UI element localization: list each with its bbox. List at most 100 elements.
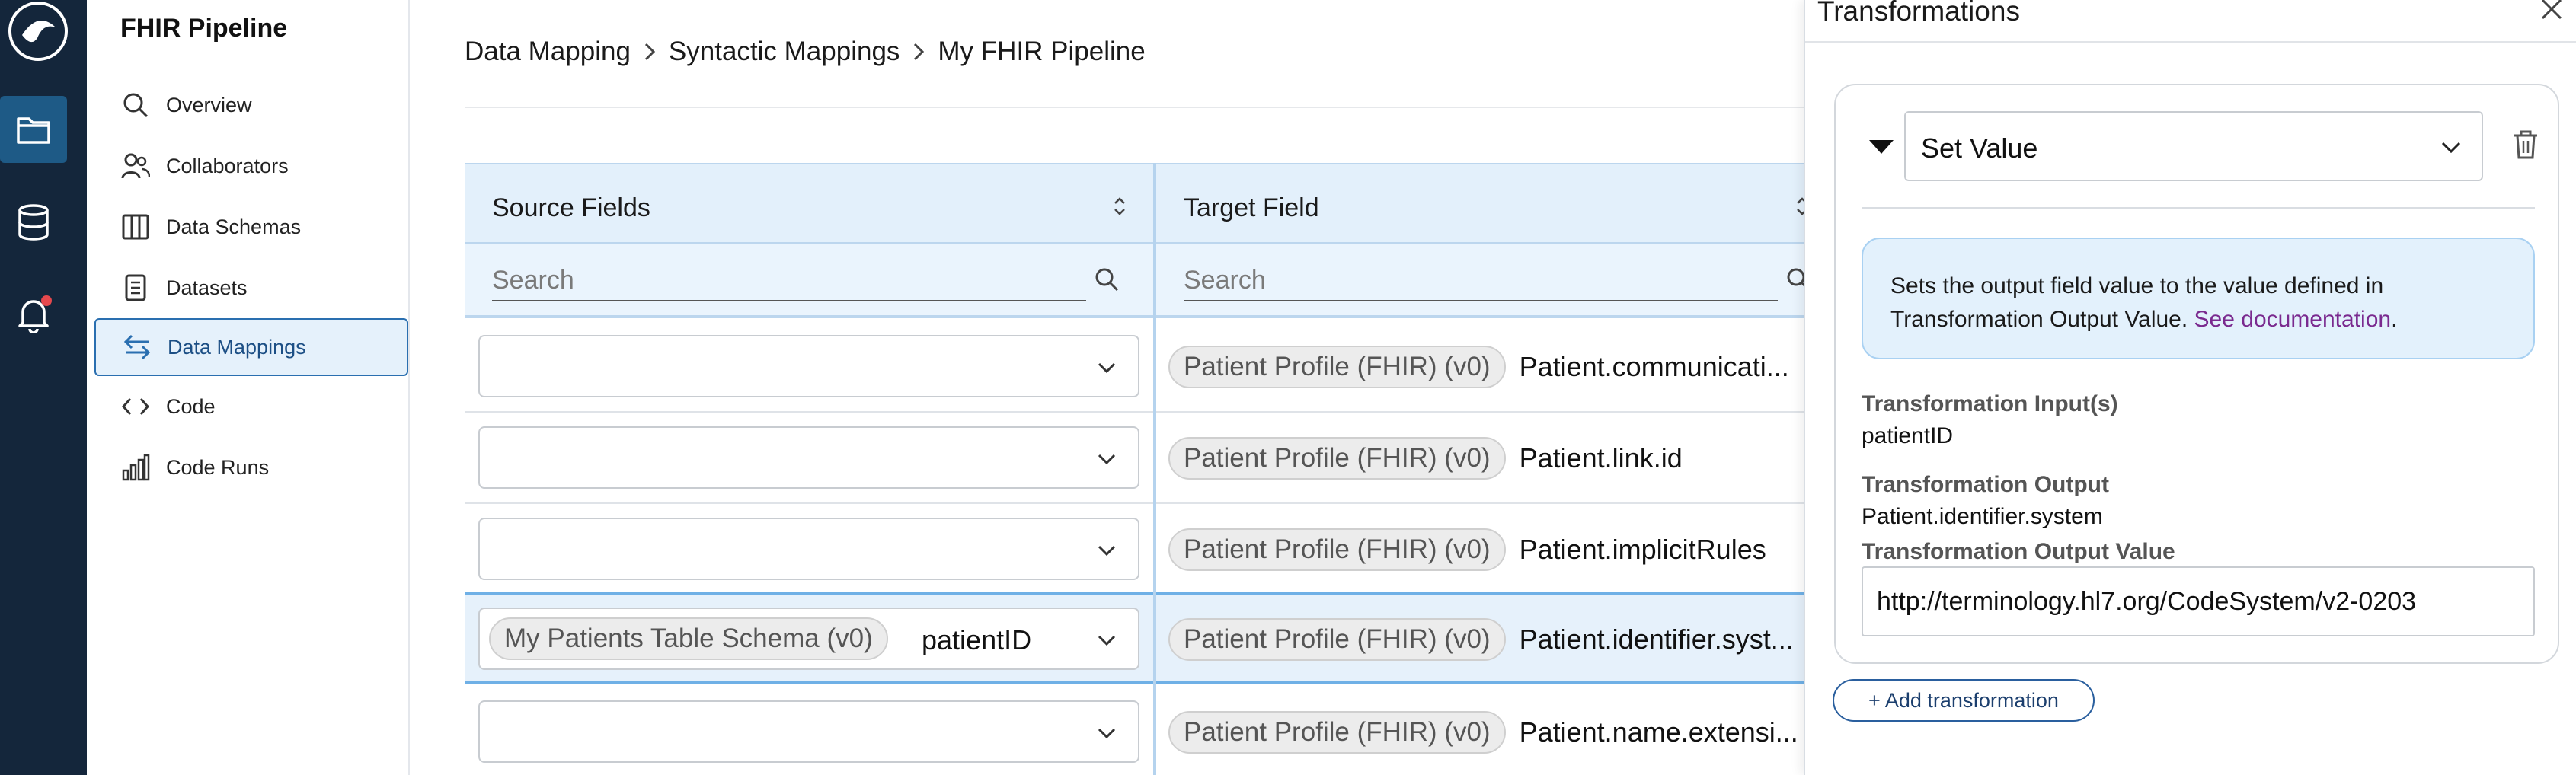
close-icon[interactable] (2539, 0, 2564, 25)
breadcrumb-syntactic-mappings[interactable]: Syntactic Mappings (669, 37, 900, 67)
add-transformation-button[interactable]: + Add transformation (1833, 679, 2095, 722)
chevron-down-icon (1095, 448, 1118, 474)
collapse-toggle-icon[interactable] (1868, 139, 1895, 159)
transformations-panel: Transformations Set Value Sets the outpu… (1804, 0, 2576, 775)
sidebar-item-data-mappings[interactable]: Data Mappings (94, 318, 408, 376)
chevron-down-icon (1095, 722, 1118, 748)
target-field-name: Patient.name.extensi... (1519, 716, 1798, 748)
sidebar-item-label: Code (166, 394, 216, 418)
column-divider[interactable] (1153, 163, 1156, 775)
table-row[interactable]: Patient Profile (FHIR) (v0) Patient.link… (465, 413, 1805, 504)
breadcrumb-data-mapping[interactable]: Data Mapping (465, 37, 631, 67)
columns-icon (120, 212, 151, 242)
sidebar-item-datasets[interactable]: Datasets (94, 259, 408, 317)
target-field-name: Patient.identifier.syst... (1519, 624, 1794, 655)
source-field-select[interactable] (478, 335, 1139, 397)
sidebar-item-overview[interactable]: Overview (94, 76, 408, 134)
app-title: FHIR Pipeline (120, 14, 288, 43)
schema-chip: Patient Profile (FHIR) (v0) (1168, 437, 1506, 480)
target-field-cell: Patient Profile (FHIR) (v0) Patient.impl… (1168, 528, 1766, 571)
schema-chip: Patient Profile (FHIR) (v0) (1168, 711, 1506, 754)
chevron-down-icon (1095, 539, 1118, 566)
target-field-name: Patient.communicati... (1519, 351, 1789, 382)
table-row[interactable]: Patient Profile (FHIR) (v0) Patient.impl… (465, 504, 1805, 595)
chevron-down-icon (2439, 136, 2463, 164)
chevron-right-icon (643, 41, 657, 62)
source-fields-header[interactable]: Source Fields (465, 163, 1153, 242)
source-field-select[interactable] (478, 426, 1139, 489)
breadcrumb: Data Mapping Syntactic Mappings My FHIR … (465, 37, 1146, 67)
sidebar-item-code[interactable]: Code (94, 378, 408, 435)
trash-icon[interactable] (2512, 129, 2539, 164)
source-field-select[interactable]: My Patients Table Schema (v0) patientID (478, 608, 1139, 670)
source-field-select[interactable] (478, 700, 1139, 763)
info-period: . (2391, 307, 2398, 332)
source-field-select[interactable] (478, 518, 1139, 580)
transformation-card: Set Value Sets the output field value to… (1834, 84, 2559, 664)
bell-icon[interactable] (0, 282, 67, 349)
divider (1862, 207, 2535, 209)
table-row[interactable]: Patient Profile (FHIR) (v0) Patient.name… (465, 687, 1805, 775)
target-field-name: Patient.link.id (1519, 442, 1683, 474)
sidebar-item-label: Overview (166, 93, 252, 116)
logo-icon[interactable] (8, 2, 68, 61)
nav-sidebar: FHIR Pipeline Overview Collaborators Dat… (87, 0, 410, 775)
sidebar-item-code-runs[interactable]: Code Runs (94, 439, 408, 496)
source-field-name: patientID (922, 624, 1032, 655)
sidebar-item-label: Data Schemas (166, 215, 302, 238)
panel-header: Transformations (1805, 0, 2576, 43)
folder-icon[interactable] (0, 96, 67, 163)
transformation-output-value: Patient.identifier.system (1862, 504, 2103, 529)
transformation-type-value: Set Value (1921, 132, 2038, 164)
target-field-title: Target Field (1184, 193, 1319, 222)
transformation-inputs-value: patientID (1862, 423, 1954, 448)
target-search-input[interactable] (1184, 260, 1778, 301)
documentation-link[interactable]: See documentation (2194, 307, 2392, 332)
source-fields-title: Source Fields (492, 193, 650, 222)
sidebar-item-label: Collaborators (166, 154, 289, 177)
info-callout: Sets the output field value to the value… (1862, 238, 2535, 359)
target-field-cell: Patient Profile (FHIR) (v0) Patient.iden… (1168, 618, 1794, 661)
search-icon[interactable] (1094, 266, 1120, 296)
transformation-output-label: Transformation Output (1862, 472, 2109, 497)
panel-title: Transformations (1817, 0, 2020, 27)
sidebar-item-collaborators[interactable]: Collaborators (94, 137, 408, 195)
mapping-table: Source Fields Target Field Patient Profi… (465, 163, 1811, 775)
search-icon (120, 90, 151, 120)
target-field-cell: Patient Profile (FHIR) (v0) Patient.link… (1168, 437, 1683, 480)
icon-rail (0, 0, 87, 775)
sort-icon[interactable] (1112, 195, 1127, 222)
table-row[interactable]: Patient Profile (FHIR) (v0) Patient.comm… (465, 321, 1805, 413)
schema-chip: Patient Profile (FHIR) (v0) (1168, 618, 1506, 661)
source-search-input[interactable] (492, 260, 1086, 301)
database-icon[interactable] (0, 189, 67, 256)
sidebar-item-label: Datasets (166, 276, 248, 299)
people-icon (120, 151, 151, 181)
chevron-right-icon (912, 41, 925, 62)
sidebar-item-label: Data Mappings (168, 335, 306, 359)
target-field-cell: Patient Profile (FHIR) (v0) Patient.comm… (1168, 346, 1789, 388)
sidebar-item-data-schemas[interactable]: Data Schemas (94, 198, 408, 256)
source-search-row (465, 242, 1153, 318)
target-field-name: Patient.implicitRules (1519, 534, 1766, 565)
target-field-header[interactable]: Target Field (1156, 163, 1807, 242)
schema-chip: My Patients Table Schema (v0) (489, 617, 888, 660)
sidebar-item-label: Code Runs (166, 455, 270, 479)
transformation-output-value-input[interactable] (1862, 566, 2535, 636)
target-search-row (1156, 242, 1811, 318)
document-icon (120, 273, 151, 303)
target-field-cell: Patient Profile (FHIR) (v0) Patient.name… (1168, 711, 1798, 754)
schema-chip: Patient Profile (FHIR) (v0) (1168, 528, 1506, 571)
transformation-type-select[interactable]: Set Value (1904, 111, 2483, 181)
notification-dot (41, 295, 52, 306)
chevron-down-icon (1095, 629, 1118, 655)
bar-chart-icon (120, 452, 151, 483)
transformation-output-value-label: Transformation Output Value (1862, 539, 2175, 564)
table-row-selected[interactable]: My Patients Table Schema (v0) patientID … (465, 592, 1805, 684)
schema-chip: Patient Profile (FHIR) (v0) (1168, 346, 1506, 388)
transformation-inputs-label: Transformation Input(s) (1862, 391, 2118, 416)
code-icon (120, 391, 151, 422)
arrows-icon (122, 332, 152, 362)
divider (465, 107, 1805, 108)
breadcrumb-current-pipeline: My FHIR Pipeline (938, 37, 1146, 66)
